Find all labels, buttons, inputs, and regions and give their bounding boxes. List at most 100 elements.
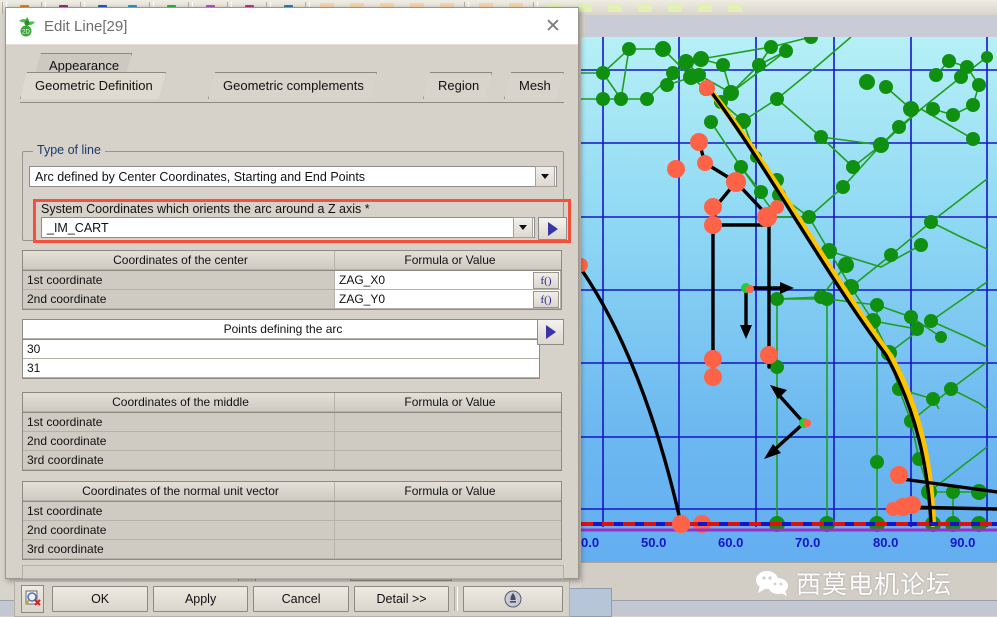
points-defining-arc-table[interactable]: Points defining the arc 30 31 [22, 319, 540, 379]
toolbar-icon [698, 3, 712, 12]
play-arrow-icon[interactable] [538, 217, 567, 240]
row-label: 3rd coordinate [23, 540, 335, 559]
chevron-down-icon[interactable] [513, 217, 533, 238]
detail-button[interactable]: Detail >> [353, 586, 450, 612]
row-value: 31 [23, 359, 539, 378]
toolbar-button[interactable] [600, 1, 630, 14]
validate-magnifier-icon[interactable] [21, 585, 45, 613]
toolbar-icon [638, 3, 652, 12]
table-header-row: Points defining the arc [23, 320, 539, 340]
axis-arrowhead-right [780, 282, 794, 294]
row-value[interactable] [335, 502, 561, 521]
ok-button[interactable]: OK [52, 586, 148, 612]
toolbar-icon [668, 3, 682, 12]
toolbar-button[interactable] [660, 1, 690, 14]
type-of-line-group: Type of line Arc defined by Center Coord… [22, 143, 571, 243]
row-label: 2nd coordinate [23, 432, 335, 451]
dialog-titlebar[interactable]: 2D Edit Line[29] ✕ [6, 8, 578, 45]
toolbar-button[interactable] [690, 1, 720, 14]
axis-arrowhead-upleft [770, 385, 787, 399]
table-row[interactable]: 31 [23, 359, 539, 378]
mesh-nodes [596, 37, 993, 532]
axis-arrowhead-down [740, 325, 752, 339]
type-of-line-legend: Type of line [33, 143, 105, 157]
column-header: Coordinates of the normal unit vector [23, 482, 335, 501]
row-value[interactable] [335, 413, 561, 432]
tab-strip[interactable]: Appearance Geometric Definition Geometri… [20, 53, 578, 95]
geometry-canvas[interactable] [581, 37, 997, 562]
column-header: Coordinates of the middle [23, 393, 335, 412]
edit-line-dialog[interactable]: 2D Edit Line[29] ✕ Appearance Geometric … [5, 7, 579, 617]
coordinates-of-center-table[interactable]: Coordinates of the center Formula or Val… [22, 250, 562, 310]
table-row[interactable]: 1st coordinate [23, 502, 561, 521]
toolbar-icon [578, 3, 592, 12]
geometry-2d-icon: 2D [19, 17, 35, 37]
type-of-line-value: Arc defined by Center Coordinates, Start… [35, 169, 366, 184]
row-label: 1st coordinate [23, 502, 335, 521]
row-label: 2nd coordinate [23, 521, 335, 540]
toolbar-icon [728, 3, 742, 12]
table-row[interactable]: 3rd coordinate [23, 451, 561, 470]
tab-mesh[interactable]: Mesh [504, 72, 564, 99]
play-arrow-icon[interactable] [537, 319, 564, 345]
info-button[interactable] [463, 586, 564, 612]
column-header: Coordinates of the center [23, 251, 335, 270]
graphics-viewport[interactable] [581, 37, 997, 562]
row-label: 2nd coordinate [23, 290, 335, 309]
toolbar-button[interactable] [630, 1, 660, 14]
row-value[interactable] [335, 451, 561, 470]
geometry-lines [581, 87, 997, 526]
column-header: Formula or Value [335, 393, 561, 412]
row-value[interactable] [335, 432, 561, 451]
table-header-row: Coordinates of the center Formula or Val… [23, 251, 561, 271]
table-row[interactable]: 1st coordinate [23, 413, 561, 432]
chevron-down-icon[interactable] [535, 166, 555, 187]
row-value-cell[interactable]: ZAG_X0 f() [335, 271, 561, 290]
axis-origin-node-red [746, 285, 754, 293]
row-label: 3rd coordinate [23, 451, 335, 470]
row-value: 30 [23, 340, 539, 359]
system-coordinates-label: System Coordinates which orients the arc… [41, 202, 370, 216]
system-coordinates-combobox[interactable]: _IM_CART [41, 217, 535, 238]
column-header: Points defining the arc [23, 320, 539, 339]
tab-geometric-complements[interactable]: Geometric complements [208, 72, 377, 99]
table-row[interactable]: 1st coordinate ZAG_X0 f() [23, 271, 561, 290]
column-header: Formula or Value [335, 482, 561, 501]
formula-button[interactable]: f() [533, 291, 559, 308]
toolbar-icon [608, 3, 622, 12]
coordinates-of-middle-table[interactable]: Coordinates of the middle Formula or Val… [22, 392, 562, 471]
row-value[interactable] [335, 540, 561, 559]
tab-geometric-definition[interactable]: Geometric Definition [20, 72, 166, 99]
table-header-row: Coordinates of the middle Formula or Val… [23, 393, 561, 413]
button-bar-separator [454, 587, 459, 611]
highlighted-arc [706, 86, 936, 527]
svg-text:2D: 2D [22, 30, 30, 36]
row-value: ZAG_Y0 [339, 292, 386, 306]
type-of-line-combobox[interactable]: Arc defined by Center Coordinates, Start… [29, 166, 557, 187]
axis-origin-node-2-red [803, 419, 811, 427]
cancel-button[interactable]: Cancel [253, 586, 349, 612]
table-row[interactable]: 30 [23, 340, 539, 359]
tab-underline [20, 102, 564, 103]
coordinates-of-normal-vector-table[interactable]: Coordinates of the normal unit vector Fo… [22, 481, 562, 560]
row-value: ZAG_X0 [339, 273, 386, 287]
row-value[interactable] [335, 521, 561, 540]
close-icon[interactable]: ✕ [542, 15, 564, 37]
table-header-row: Coordinates of the normal unit vector Fo… [23, 482, 561, 502]
toolbar-button[interactable] [720, 1, 750, 14]
axis-selected-point [672, 515, 690, 533]
tab-region[interactable]: Region [423, 72, 492, 99]
system-coordinates-value: _IM_CART [47, 220, 109, 235]
row-value-cell[interactable]: ZAG_Y0 f() [335, 290, 561, 309]
dialog-button-bar: OK Apply Cancel Detail >> [14, 581, 570, 617]
panel-filler [22, 565, 564, 579]
apply-button[interactable]: Apply [152, 586, 249, 612]
column-header: Formula or Value [335, 251, 561, 270]
formula-button[interactable]: f() [533, 272, 559, 289]
viewport-bottom-band [581, 562, 997, 601]
table-row[interactable]: 2nd coordinate [23, 432, 561, 451]
table-row[interactable]: 3rd coordinate [23, 540, 561, 559]
row-label: 1st coordinate [23, 271, 335, 290]
table-row[interactable]: 2nd coordinate ZAG_Y0 f() [23, 290, 561, 309]
table-row[interactable]: 2nd coordinate [23, 521, 561, 540]
